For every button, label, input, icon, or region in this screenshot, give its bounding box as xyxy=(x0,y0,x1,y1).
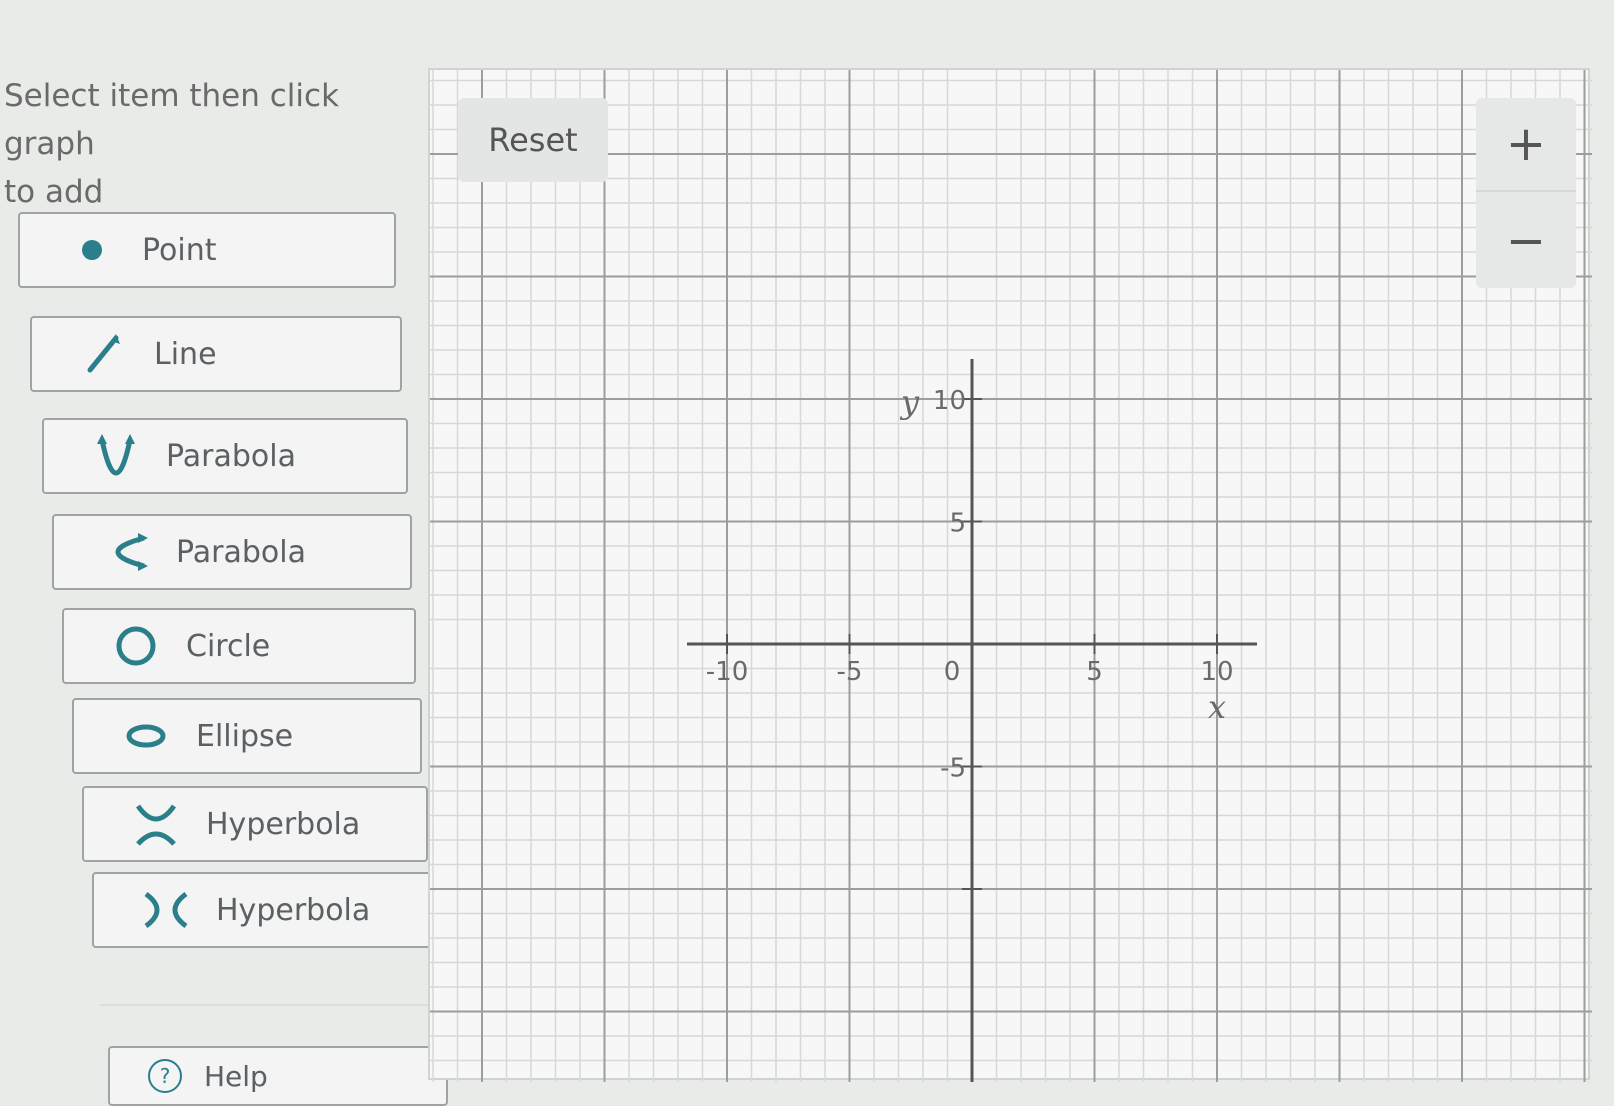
hyperbola-horizontal-tool-label: Hyperbola xyxy=(216,892,371,928)
y-tick-label: 10 xyxy=(933,386,966,416)
zoom-in-button[interactable]: + xyxy=(1476,98,1576,192)
x-tick-label: -10 xyxy=(706,657,748,687)
help-label: Help xyxy=(204,1059,268,1093)
zoom-controls: + − xyxy=(1476,98,1576,288)
circle-tool-button[interactable]: Circle xyxy=(62,608,416,684)
x-tick-label: 0 xyxy=(944,657,961,687)
graph-canvas[interactable]: -10 -5 0 5 10 10 5 -5 x y Reset + − xyxy=(428,68,1592,1082)
zoom-out-button[interactable]: − xyxy=(1476,194,1576,288)
hyperbola-vertical-tool-button[interactable]: Hyperbola xyxy=(82,786,428,862)
help-icon: ? xyxy=(148,1059,182,1093)
coordinate-grid[interactable]: -10 -5 0 5 10 10 5 -5 x y xyxy=(430,70,1592,1082)
ellipse-tool-button[interactable]: Ellipse xyxy=(72,698,422,774)
hyperbola-vertical-tool-label: Hyperbola xyxy=(206,806,361,842)
hyperbola-horizontal-tool-button[interactable]: Hyperbola xyxy=(92,872,432,948)
x-tick-label: 5 xyxy=(1086,657,1103,687)
parabola-vertical-icon xyxy=(88,431,144,481)
circle-icon xyxy=(108,621,164,671)
hyperbola-horizontal-icon xyxy=(138,885,194,935)
point-tool-label: Point xyxy=(142,232,217,268)
parabola-vertical-tool-button[interactable]: Parabola xyxy=(42,418,408,494)
parabola-horizontal-tool-label: Parabola xyxy=(176,534,306,570)
ellipse-tool-label: Ellipse xyxy=(196,718,294,754)
help-button[interactable]: ? Help xyxy=(108,1046,448,1106)
point-tool-button[interactable]: Point xyxy=(18,212,396,288)
ellipse-icon xyxy=(118,711,174,761)
line-tool-button[interactable]: Line xyxy=(30,316,402,392)
tool-divider xyxy=(100,1004,446,1006)
x-axis-label: x xyxy=(1208,688,1226,726)
hyperbola-vertical-icon xyxy=(128,799,184,849)
parabola-horizontal-icon xyxy=(98,527,154,577)
parabola-horizontal-tool-button[interactable]: Parabola xyxy=(52,514,412,590)
y-axis-label: y xyxy=(899,383,920,421)
line-tool-label: Line xyxy=(154,336,217,372)
x-tick-label: 10 xyxy=(1200,657,1233,687)
x-tick-label: -5 xyxy=(837,657,863,687)
tool-list: Point Line Parabola Parabola Circle Elli… xyxy=(0,0,460,1106)
circle-tool-label: Circle xyxy=(186,628,271,664)
reset-button[interactable]: Reset xyxy=(458,98,608,182)
y-tick-label: -5 xyxy=(940,754,966,784)
line-icon xyxy=(76,329,132,379)
parabola-vertical-tool-label: Parabola xyxy=(166,438,296,474)
y-tick-label: 5 xyxy=(949,509,966,539)
point-icon xyxy=(64,225,120,275)
